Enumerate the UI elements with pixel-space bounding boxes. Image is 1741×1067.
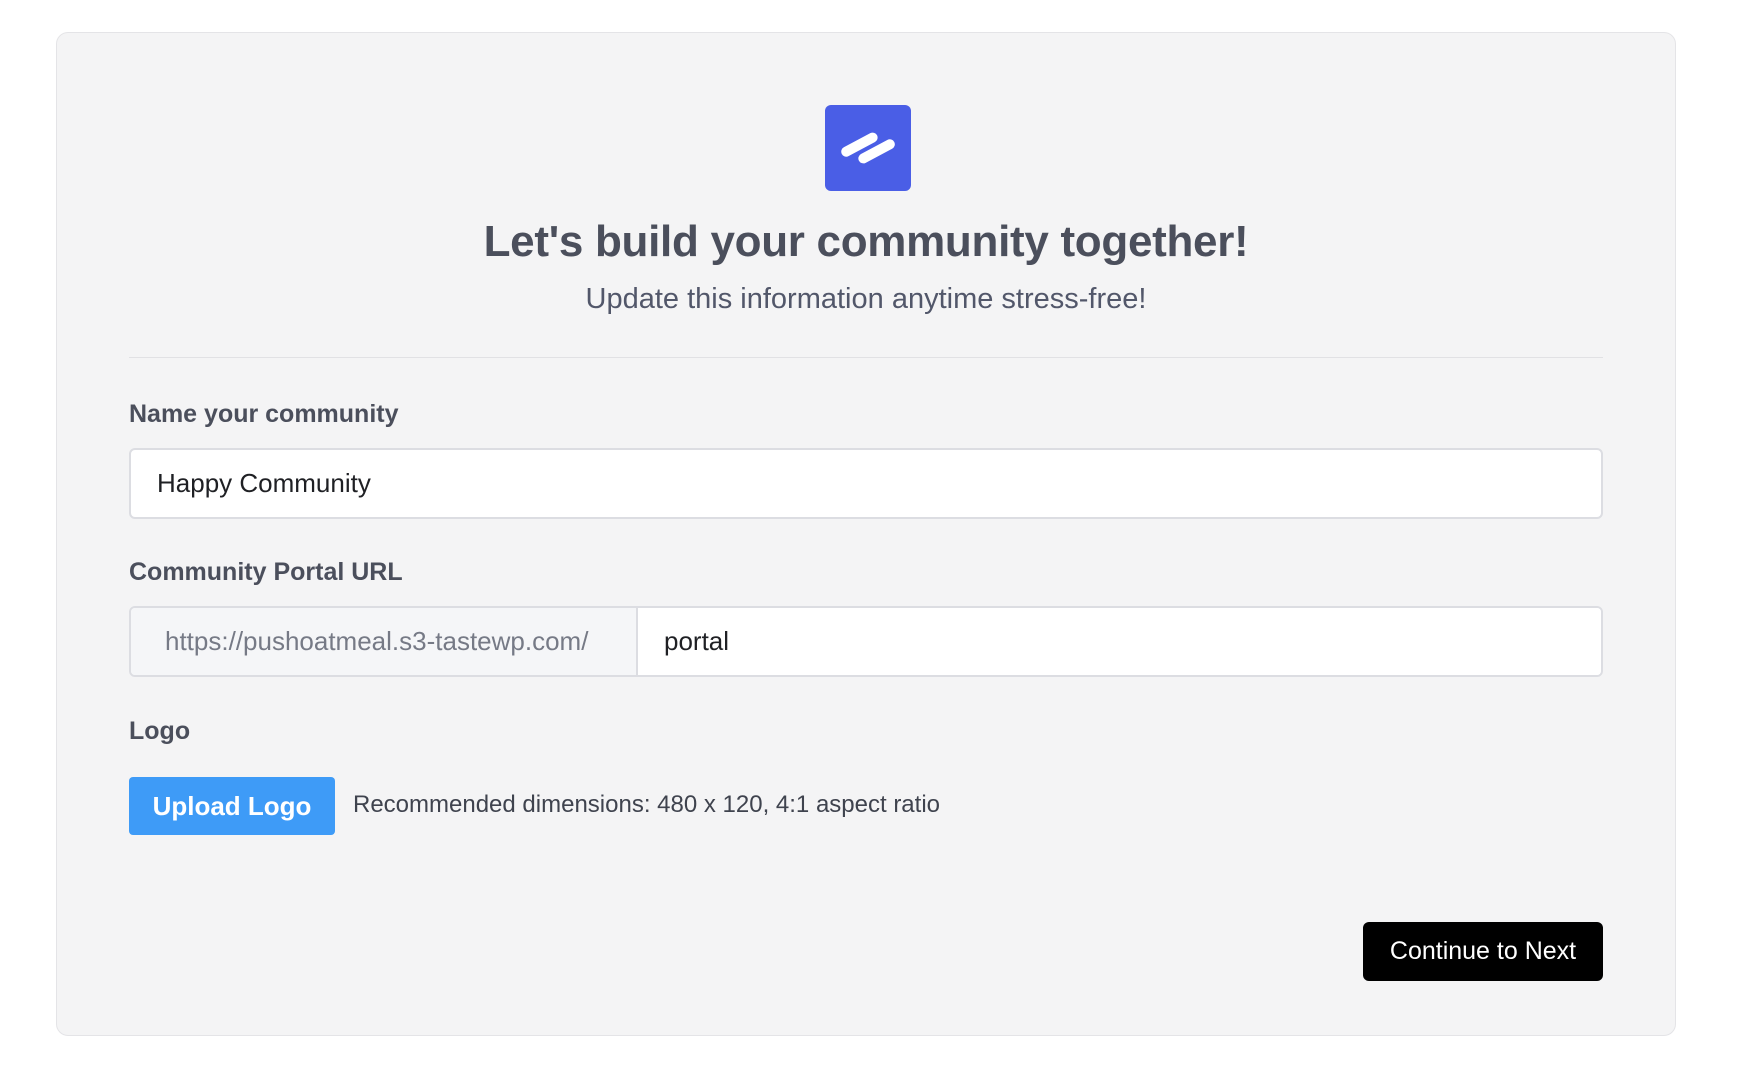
portal-url-field: https://pushoatmeal.s3-tastewp.com/ — [129, 606, 1603, 677]
continue-button[interactable]: Continue to Next — [1363, 922, 1603, 981]
onboarding-card: Let's build your community together! Upd… — [56, 32, 1676, 1036]
portal-url-slug-input[interactable] — [638, 608, 1601, 675]
page-subtitle: Update this information anytime stress-f… — [585, 283, 1147, 315]
upload-logo-button[interactable]: Upload Logo — [129, 777, 335, 835]
logo-label: Logo — [129, 717, 191, 745]
community-name-label: Name your community — [129, 400, 399, 428]
double-slash-logo-icon — [841, 132, 895, 164]
community-name-input[interactable] — [129, 448, 1603, 519]
page-title: Let's build your community together! — [483, 217, 1249, 266]
portal-url-label: Community Portal URL — [129, 558, 403, 586]
brand-logo — [825, 105, 911, 191]
portal-url-prefix: https://pushoatmeal.s3-tastewp.com/ — [131, 608, 638, 675]
header-divider — [129, 357, 1603, 358]
logo-dimensions-hint: Recommended dimensions: 480 x 120, 4:1 a… — [353, 791, 941, 818]
